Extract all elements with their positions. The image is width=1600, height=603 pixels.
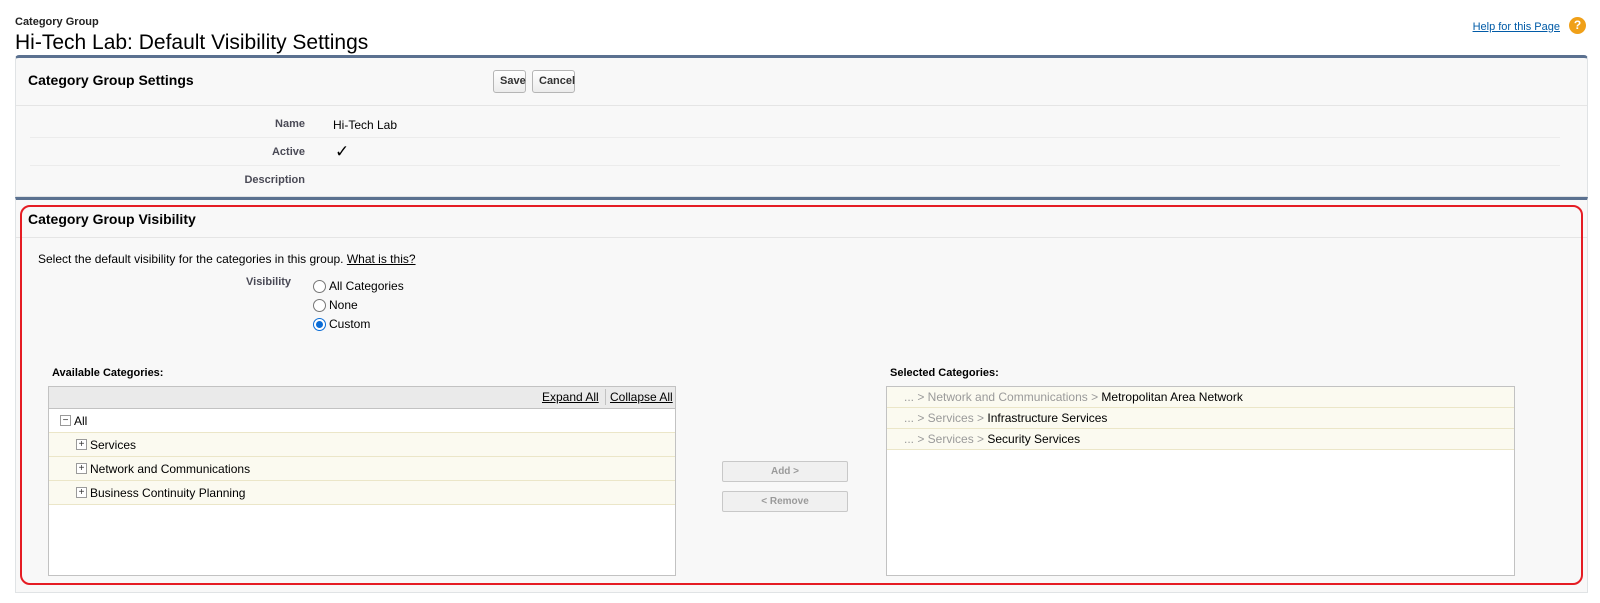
selected-category-item[interactable]: ... > Services > Infrastructure Services xyxy=(887,408,1514,429)
add-button[interactable]: Add > xyxy=(722,461,848,482)
settings-panel: Category Group Settings Save Cancel Name… xyxy=(15,55,1588,197)
selected-category-name: Metropolitan Area Network xyxy=(1101,390,1243,404)
selected-category-path: ... > Network and Communications > xyxy=(904,390,1102,404)
settings-panel-header: Category Group Settings Save Cancel xyxy=(16,58,1587,106)
selected-category-path: ... > Services > xyxy=(904,411,988,425)
radio-all-categories[interactable]: All Categories xyxy=(313,279,404,293)
tree-node-label[interactable]: Network and Communications xyxy=(90,462,250,476)
visibility-intro: Select the default visibility for the ca… xyxy=(38,252,416,266)
radio-label: Custom xyxy=(329,317,371,331)
selected-category-name: Security Services xyxy=(987,432,1081,446)
help-icon[interactable]: ? xyxy=(1569,17,1586,34)
radio-none[interactable]: None xyxy=(313,298,358,312)
active-checkmark-icon: ✓ xyxy=(335,142,350,161)
settings-panel-title: Category Group Settings xyxy=(28,72,194,88)
tree-node-label[interactable]: Services xyxy=(90,438,136,452)
remove-button[interactable]: < Remove xyxy=(722,491,848,512)
tree-node-all[interactable]: − All xyxy=(49,409,675,433)
field-row-description: Description xyxy=(30,166,1560,194)
selected-category-item[interactable]: ... > Services > Security Services xyxy=(887,429,1514,450)
toolbar-divider xyxy=(605,389,606,405)
selected-category-name: Infrastructure Services xyxy=(987,411,1108,425)
visibility-intro-text: Select the default visibility for the ca… xyxy=(38,252,347,266)
expand-toggle-icon[interactable]: + xyxy=(76,487,87,498)
visibility-label: Visibility xyxy=(246,276,292,288)
visibility-panel: Category Group Visibility Select the def… xyxy=(15,197,1588,593)
visibility-panel-header: Category Group Visibility xyxy=(16,200,1587,238)
radio-button[interactable] xyxy=(313,279,326,293)
available-categories-toolbar: Expand All Collapse All xyxy=(49,387,675,409)
selected-categories-list[interactable]: ... > Network and Communications > Metro… xyxy=(886,386,1515,576)
selected-categories-label: Selected Categories: xyxy=(890,367,999,379)
field-row-active: Active ✓ xyxy=(30,138,1560,166)
tree-node-label[interactable]: All xyxy=(74,414,87,428)
tree-node-business-continuity-planning[interactable]: + Business Continuity Planning xyxy=(49,481,675,505)
collapse-toggle-icon[interactable]: − xyxy=(60,415,71,426)
active-label: Active xyxy=(271,146,305,158)
page-type-label: Category Group xyxy=(15,16,99,28)
expand-all-link[interactable]: Expand All xyxy=(542,390,599,404)
selected-category-item[interactable]: ... > Network and Communications > Metro… xyxy=(887,387,1514,408)
expand-toggle-icon[interactable]: + xyxy=(76,439,87,450)
radio-label: None xyxy=(329,298,358,312)
page-header: Category Group Hi-Tech Lab: Default Visi… xyxy=(15,16,368,55)
help-link[interactable]: Help for this Page xyxy=(1473,21,1560,33)
field-row-name: Name Hi-Tech Lab xyxy=(30,110,1560,138)
tree-node-label[interactable]: Business Continuity Planning xyxy=(90,486,245,500)
collapse-all-link[interactable]: Collapse All xyxy=(610,390,673,404)
radio-custom[interactable]: Custom xyxy=(313,317,370,331)
save-button[interactable]: Save xyxy=(493,70,526,93)
name-value: Hi-Tech Lab xyxy=(333,118,398,132)
available-categories-list[interactable]: Expand All Collapse All − All + Services… xyxy=(48,386,676,576)
tree-node-services[interactable]: + Services xyxy=(49,433,675,457)
page-title: Hi-Tech Lab: Default Visibility Settings xyxy=(15,31,369,54)
tree-node-network-and-communications[interactable]: + Network and Communications xyxy=(49,457,675,481)
name-label: Name xyxy=(275,118,305,130)
selected-category-path: ... > Services > xyxy=(904,432,988,446)
radio-button[interactable] xyxy=(313,298,326,312)
description-label: Description xyxy=(244,174,305,186)
expand-toggle-icon[interactable]: + xyxy=(76,463,87,474)
available-categories-label: Available Categories: xyxy=(52,367,164,379)
visibility-panel-title: Category Group Visibility xyxy=(28,211,196,227)
radio-button-selected[interactable] xyxy=(313,317,326,331)
what-is-this-link[interactable]: What is this? xyxy=(347,252,416,266)
cancel-button[interactable]: Cancel xyxy=(532,70,575,93)
radio-label: All Categories xyxy=(329,279,404,293)
